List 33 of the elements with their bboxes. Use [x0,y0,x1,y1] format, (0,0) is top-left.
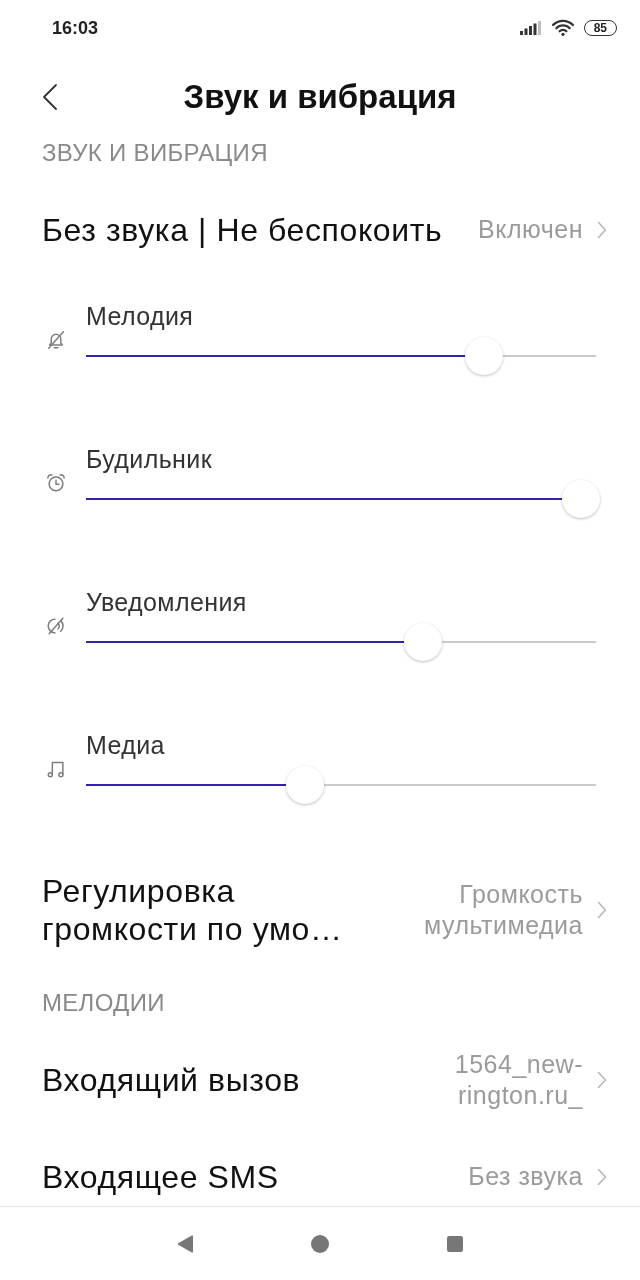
slider-thumb[interactable] [403,623,442,661]
slider-thumb[interactable] [561,480,600,518]
back-triangle-icon[interactable] [176,1234,194,1253]
section-header: МЕЛОДИИ [41,989,166,1017]
setting-label[interactable]: Входящее SMS [42,1157,441,1196]
setting-value: Без звука [468,1161,583,1192]
setting-value: Громкость мультимедиа [423,879,583,941]
setting-value: 1564_new-rington.ru_ [453,1048,583,1111]
setting-label[interactable]: Без звука | Не беспокоить [42,210,451,249]
setting-value: Включен [478,214,583,245]
setting-label[interactable]: Входящий вызов [42,1060,365,1099]
chevron-right-icon [597,1070,607,1089]
back-icon[interactable] [42,83,58,111]
wifi-icon [550,19,575,36]
chevron-right-icon [597,1167,607,1186]
section-header: ЗВУК И ВИБРАЦИЯ [41,139,269,167]
status-time: 16:03 [52,17,99,38]
slider-thumb[interactable] [464,337,503,375]
recents-square-icon[interactable] [447,1235,463,1252]
sound-off-icon [45,615,67,637]
setting-label[interactable]: Регулировка громкости по умо… [42,872,368,948]
home-circle-icon[interactable] [311,1234,329,1253]
page-title: Звук и вибрация [183,77,457,117]
slider-label: Будильник [86,444,213,474]
bell-slash-icon [45,329,67,351]
alarm-clock-icon [45,472,67,494]
slider-label: Медиа [86,730,166,760]
chevron-right-icon [597,220,607,239]
chevron-right-icon [597,901,607,919]
slider-label: Мелодия [86,301,195,331]
slider-label: Уведомления [86,587,248,617]
slider-thumb[interactable] [286,766,325,804]
signal-icon [519,20,542,35]
